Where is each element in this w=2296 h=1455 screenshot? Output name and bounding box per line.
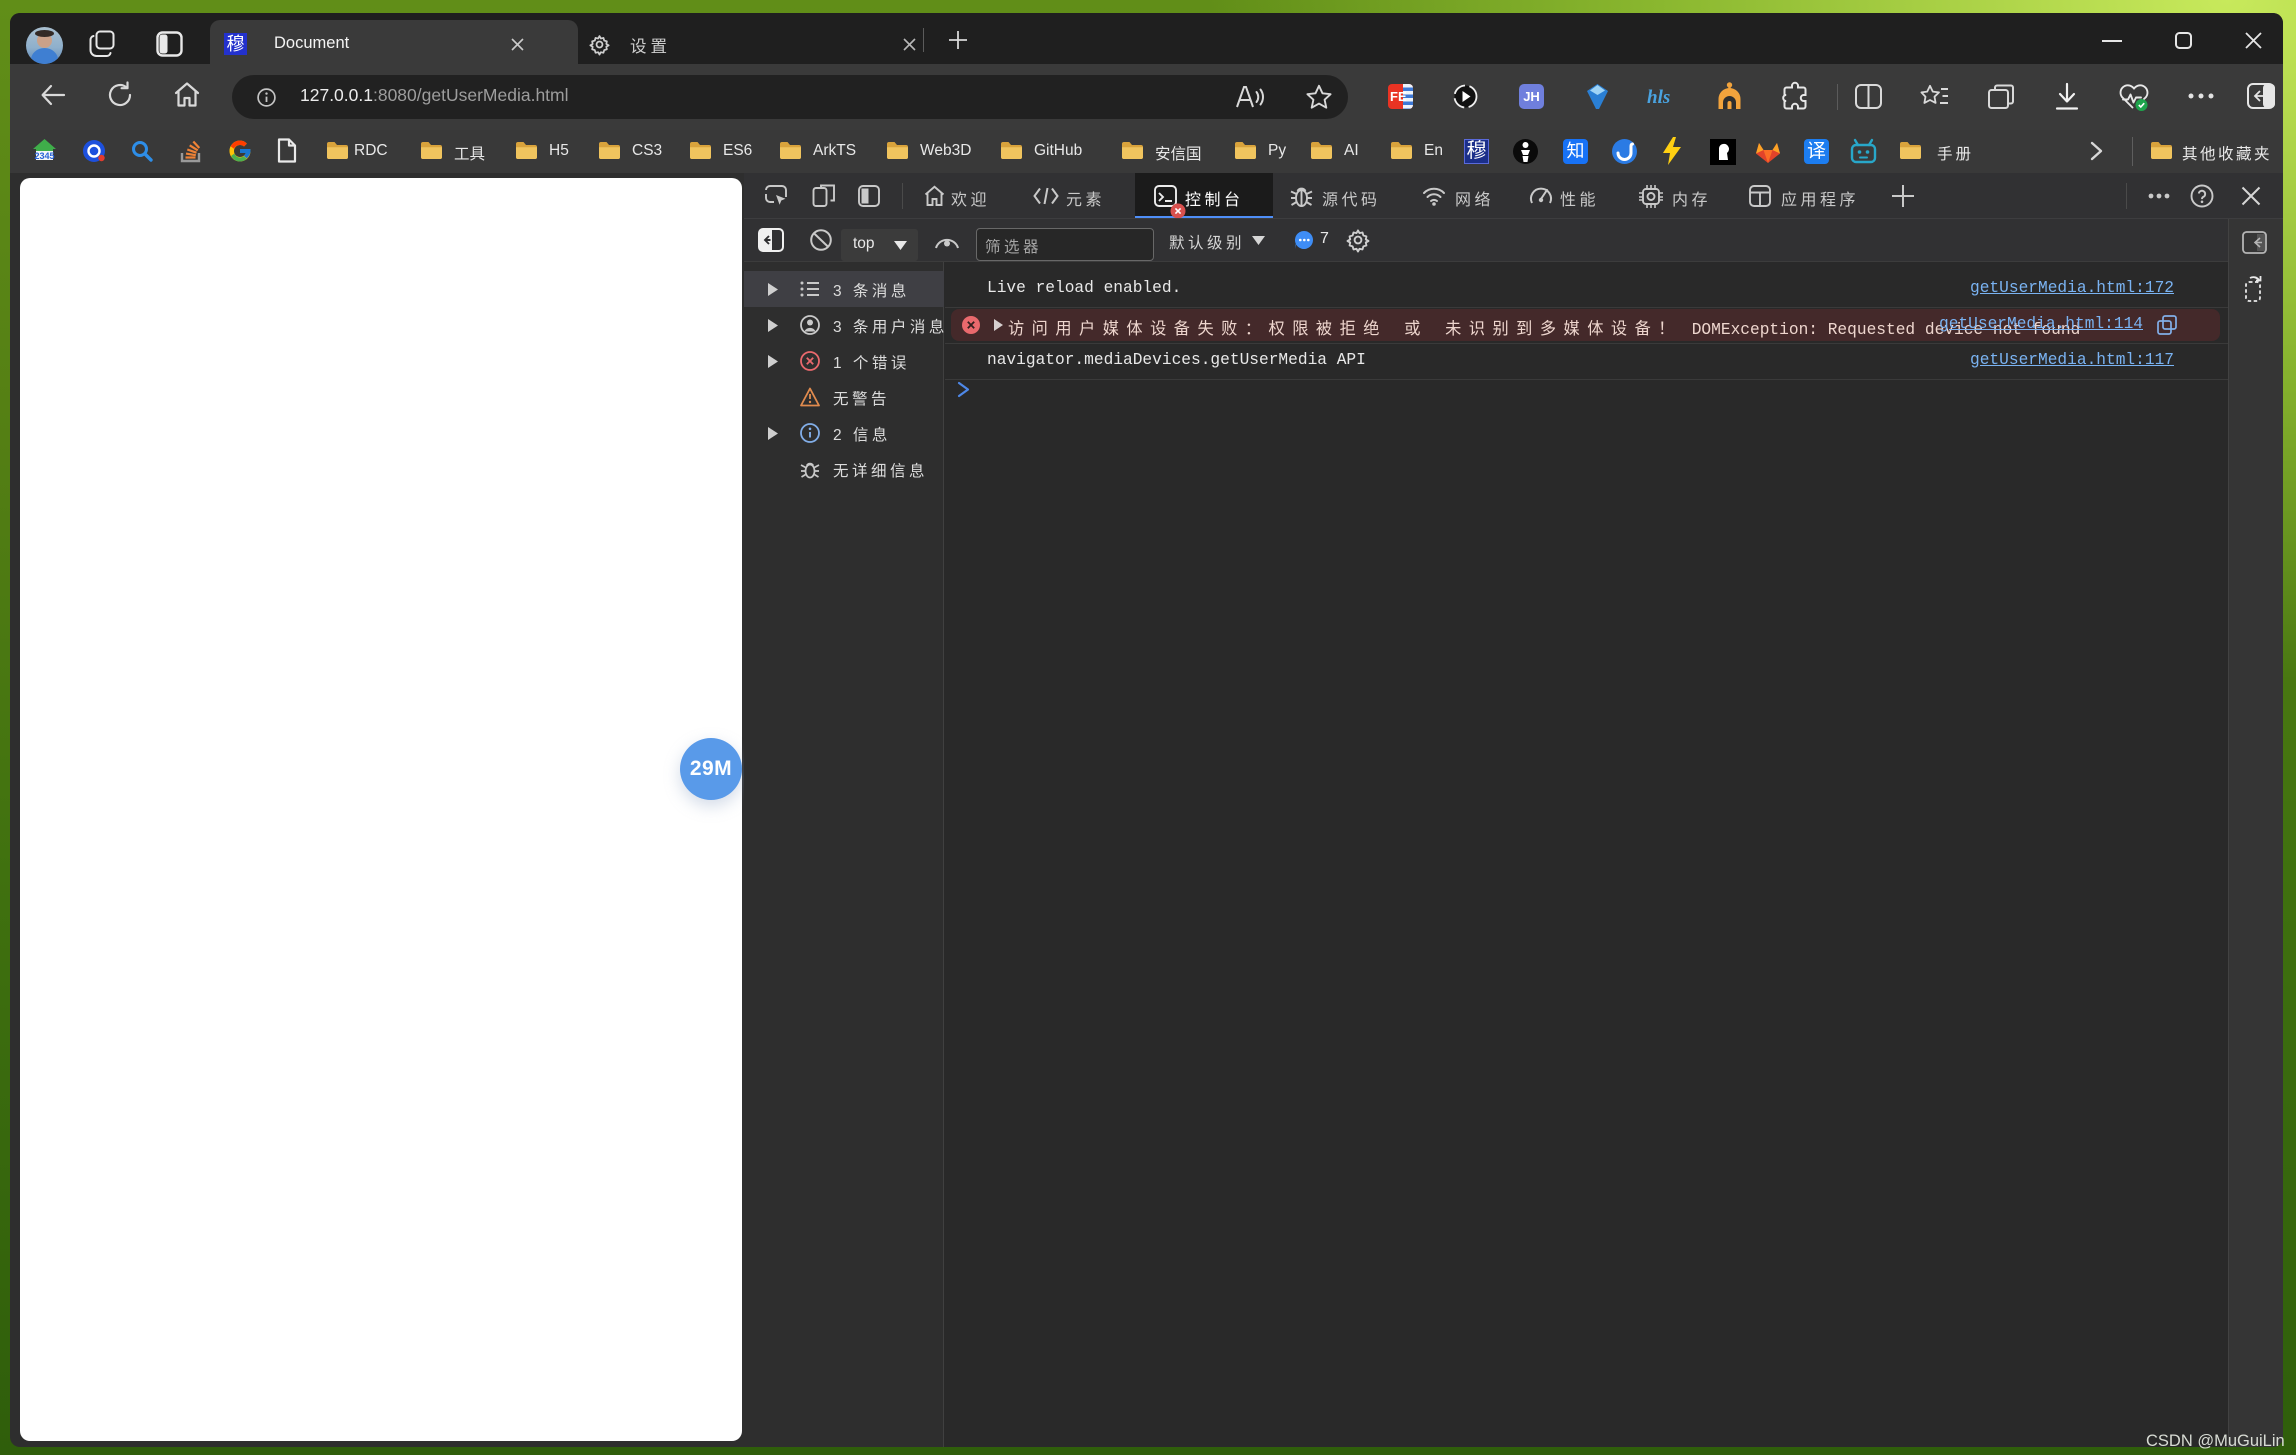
svg-text:2345: 2345: [34, 151, 54, 161]
